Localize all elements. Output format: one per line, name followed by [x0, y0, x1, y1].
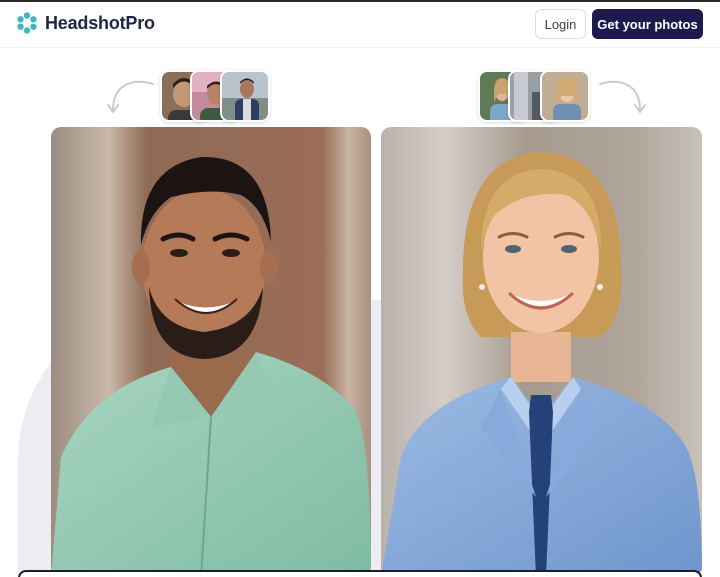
bottom-card — [18, 570, 702, 577]
brand-logo-link[interactable]: HeadshotPro — [16, 12, 155, 34]
headshotpro-logo-icon — [16, 12, 38, 34]
selfie-thumbnail — [540, 70, 590, 122]
curved-arrow-left-icon — [107, 80, 154, 113]
brand-name: HeadshotPro — [45, 12, 155, 33]
curved-arrow-right-icon — [599, 80, 646, 113]
ai-headshot-woman — [381, 127, 702, 577]
get-your-photos-button[interactable]: Get your photos — [592, 9, 703, 39]
input-selfies-woman — [478, 70, 592, 122]
input-selfies-man — [160, 70, 272, 122]
ai-headshot-man — [51, 127, 371, 577]
site-header: HeadshotPro Login Get your photos — [0, 2, 720, 48]
selfie-thumbnail — [220, 70, 270, 122]
login-button[interactable]: Login — [535, 9, 586, 39]
